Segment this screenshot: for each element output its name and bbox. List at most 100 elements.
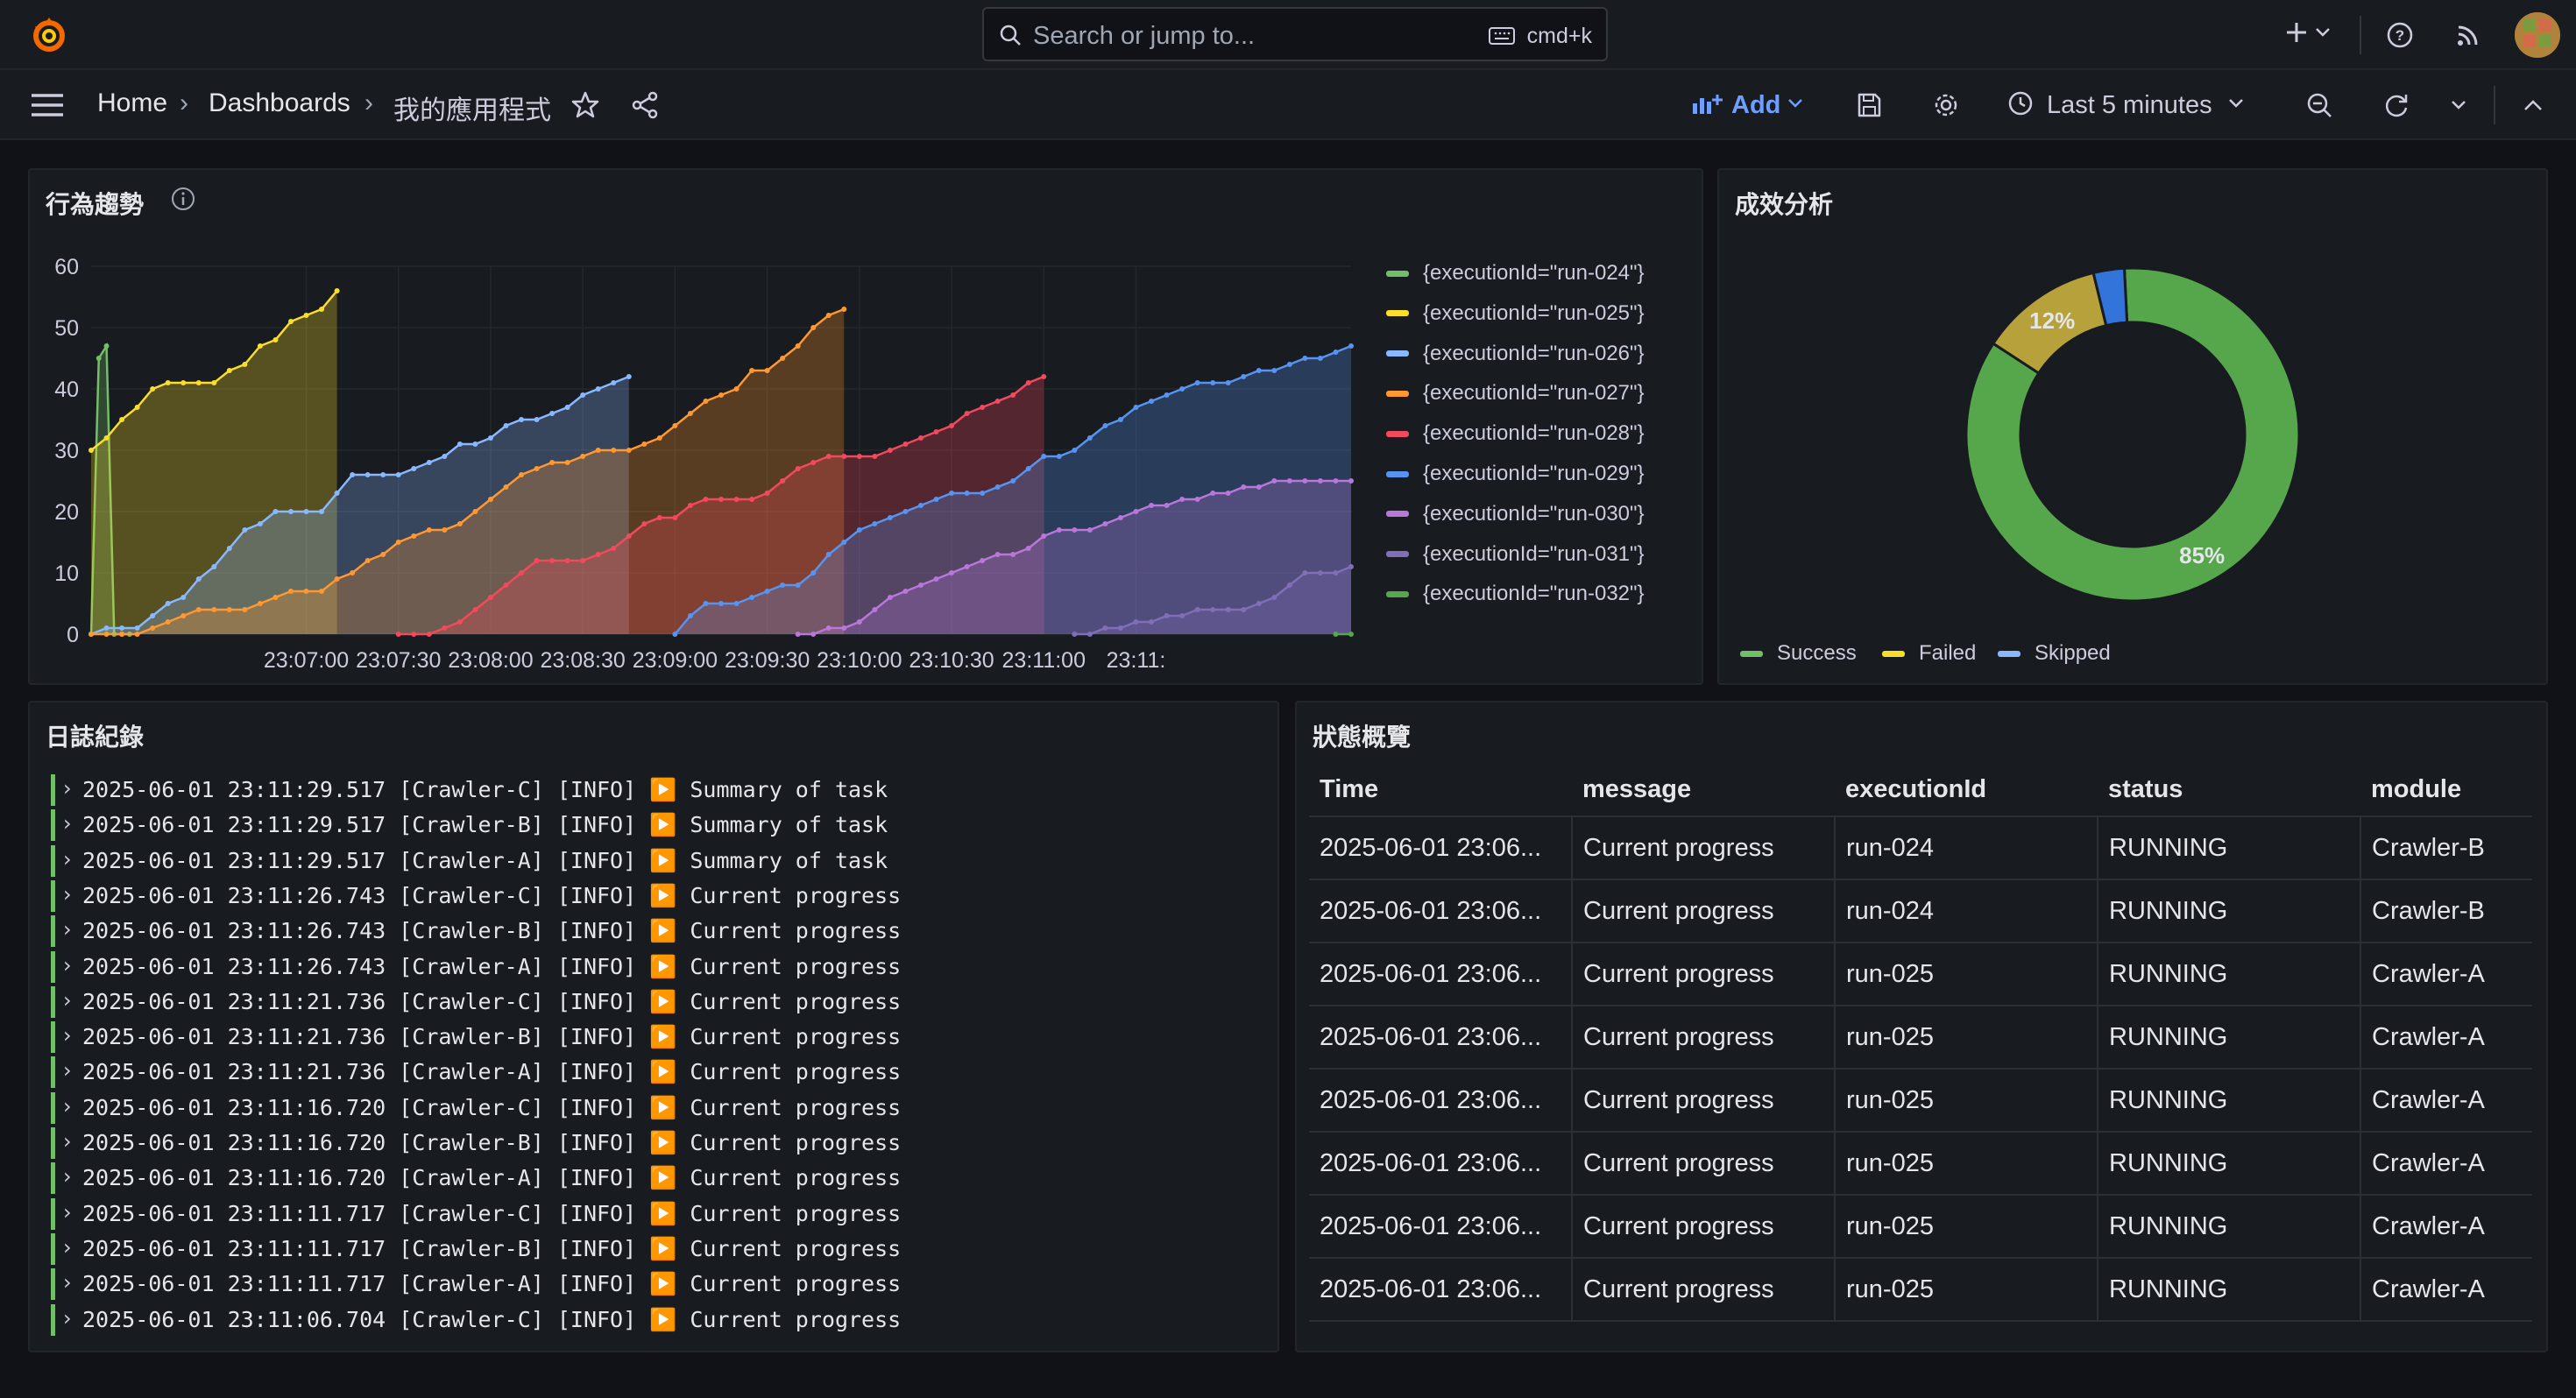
data-point [1286,582,1292,588]
legend-item[interactable]: {executionId="run-031"} [1386,539,1645,570]
search-box[interactable]: Search or jump to... cmd+k [982,7,1608,61]
legend-item[interactable]: {executionId="run-028"} [1386,418,1645,449]
legend-item[interactable]: Success [1740,638,1857,669]
column-header[interactable]: executionId [1835,764,2098,817]
breadcrumb-dashboards[interactable]: Dashboards [209,88,350,118]
search-shortcut: cmd+k [1526,24,1592,48]
log-row[interactable]: › 2025-06-01 23:11:06.704 [Crawler-C] [IN… [30,1303,1256,1338]
data-point [703,601,709,606]
user-avatar[interactable] [2515,12,2560,58]
expand-chevron-icon[interactable]: › [63,1129,72,1154]
menu-icon[interactable] [26,86,68,124]
save-icon[interactable] [1849,86,1889,124]
expand-chevron-icon[interactable]: › [63,988,72,1013]
refresh-interval-chevron-icon[interactable] [2441,86,2476,124]
news-rss-icon[interactable] [2448,16,2488,54]
log-row[interactable]: › 2025-06-01 23:11:26.743 [Crawler-B] [IN… [30,914,1256,949]
table-row[interactable]: 2025-06-01 23:06... Current progress run-0… [1309,943,2532,1006]
log-row[interactable]: › 2025-06-01 23:11:29.517 [Crawler-C] [IN… [30,773,1256,808]
log-row[interactable]: › 2025-06-01 23:11:26.743 [Crawler-C] [IN… [30,879,1256,914]
search-input[interactable]: Search or jump to... [1033,22,1255,51]
new-menu-button[interactable] [2276,14,2338,54]
table-row[interactable]: 2025-06-01 23:06... Current progress run-0… [1309,1069,2532,1133]
data-point [1271,368,1277,373]
log-level-indicator [51,1303,55,1336]
table-cell: 2025-06-01 23:06... [1309,879,1573,943]
table-row[interactable]: 2025-06-01 23:06... Current progress run-0… [1309,1258,2532,1322]
table-row[interactable]: 2025-06-01 23:06... Current progress run-0… [1309,1132,2532,1196]
log-row[interactable]: › 2025-06-01 23:11:29.517 [Crawler-B] [IN… [30,808,1256,843]
column-header[interactable]: message [1572,764,1835,817]
log-row[interactable]: › 2025-06-01 23:11:26.743 [Crawler-A] [IN… [30,950,1256,985]
expand-chevron-icon[interactable]: › [63,847,72,872]
expand-chevron-icon[interactable]: › [63,1094,72,1119]
data-point [733,386,740,392]
data-point [226,368,232,373]
column-header[interactable]: Time [1309,764,1572,817]
data-point [1302,570,1308,575]
expand-chevron-icon[interactable]: › [63,917,72,942]
log-row[interactable]: › 2025-06-01 23:11:11.717 [Crawler-C] [IN… [30,1197,1256,1232]
help-icon[interactable]: ? [2380,16,2420,54]
expand-chevron-icon[interactable]: › [63,953,72,978]
log-row[interactable]: › 2025-06-01 23:11:21.736 [Crawler-C] [IN… [30,985,1256,1020]
settings-gear-icon[interactable] [1926,86,1966,124]
log-level-indicator [51,915,55,948]
expand-chevron-icon[interactable]: › [63,1023,72,1048]
expand-chevron-icon[interactable]: › [63,776,72,801]
expand-chevron-icon[interactable]: › [63,1306,72,1331]
legend-item[interactable]: Failed [1882,638,1976,669]
column-header[interactable]: status [2098,764,2360,817]
expand-chevron-icon[interactable]: › [63,882,72,907]
legend-item[interactable]: {executionId="run-025"} [1386,298,1645,329]
table-row[interactable]: 2025-06-01 23:06... Current progress run-0… [1309,1006,2532,1070]
share-icon[interactable] [626,86,664,124]
table-row[interactable]: 2025-06-01 23:06... Current progress run-0… [1309,879,2532,943]
data-point [319,307,325,312]
log-row[interactable]: › 2025-06-01 23:11:16.720 [Crawler-B] [IN… [30,1126,1256,1161]
legend-item[interactable]: {executionId="run-026"} [1386,338,1645,370]
divider [2494,86,2495,124]
data-point [1225,607,1231,612]
data-point [964,564,970,569]
legend-item[interactable]: {executionId="run-024"} [1386,258,1645,289]
legend-item[interactable]: {executionId="run-030"} [1386,498,1645,530]
zoom-out-icon[interactable] [2299,86,2339,124]
data-point [395,632,401,637]
log-row[interactable]: › 2025-06-01 23:11:21.736 [Crawler-B] [IN… [30,1020,1256,1055]
data-point [687,613,693,618]
table-row[interactable]: 2025-06-01 23:06... Current progress run-0… [1309,1195,2532,1259]
expand-chevron-icon[interactable]: › [63,1270,72,1295]
time-range-picker[interactable]: Last 5 minutes [2006,86,2269,124]
expand-chevron-icon[interactable]: › [63,1164,72,1189]
legend-item[interactable]: Skipped [1998,638,2111,669]
expand-chevron-icon[interactable]: › [63,811,72,836]
data-point [687,411,693,416]
star-icon[interactable] [566,86,605,124]
log-row[interactable]: › 2025-06-01 23:11:29.517 [Crawler-A] [IN… [30,844,1256,879]
data-point [549,411,556,416]
legend-item[interactable]: {executionId="run-029"} [1386,458,1645,490]
legend-item[interactable]: {executionId="run-027"} [1386,378,1645,409]
log-row[interactable]: › 2025-06-01 23:11:21.736 [Crawler-A] [IN… [30,1055,1256,1090]
add-button[interactable]: Add [1691,86,1814,124]
expand-chevron-icon[interactable]: › [63,1058,72,1083]
legend-item[interactable]: {executionId="run-032"} [1386,578,1645,610]
data-point [165,380,171,385]
chevron-up-icon[interactable] [2513,86,2553,124]
table-row[interactable]: 2025-06-01 23:06... Current progress run-0… [1309,816,2532,880]
data-point [1010,392,1016,398]
expand-chevron-icon[interactable]: › [63,1235,72,1260]
data-point [150,386,156,392]
breadcrumb-home[interactable]: Home [97,88,167,118]
log-row[interactable]: › 2025-06-01 23:11:11.717 [Crawler-A] [IN… [30,1267,1256,1302]
log-row[interactable]: › 2025-06-01 23:11:16.720 [Crawler-A] [IN… [30,1161,1256,1196]
expand-chevron-icon[interactable]: › [63,1200,72,1225]
data-point [1072,527,1078,533]
refresh-icon[interactable] [2376,86,2417,124]
data-point [611,546,617,551]
grafana-logo-icon[interactable] [25,12,74,58]
log-row[interactable]: › 2025-06-01 23:11:16.720 [Crawler-C] [IN… [30,1091,1256,1126]
log-row[interactable]: › 2025-06-01 23:11:11.717 [Crawler-B] [IN… [30,1232,1256,1267]
column-header[interactable]: module [2360,764,2532,817]
